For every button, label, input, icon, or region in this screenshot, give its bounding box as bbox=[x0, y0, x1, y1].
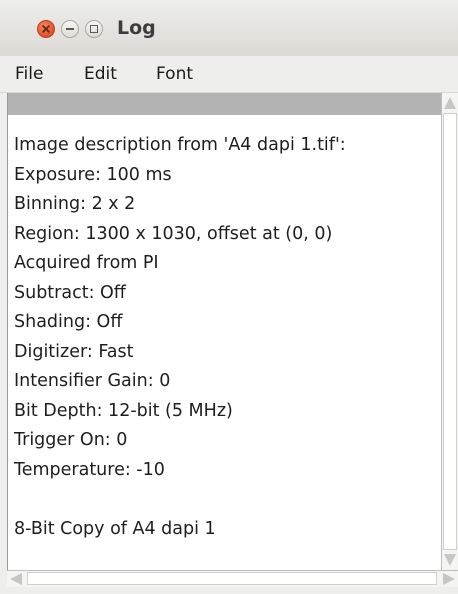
close-icon[interactable] bbox=[37, 20, 55, 38]
log-line: Digitizer: Fast bbox=[14, 341, 134, 362]
scroll-down-icon[interactable] bbox=[444, 554, 456, 566]
log-line: Shading: Off bbox=[14, 312, 123, 332]
log-line: Image description from 'A4 dapi 1.tif': bbox=[14, 135, 346, 155]
menu-edit[interactable]: Edit bbox=[84, 63, 117, 85]
log-text-area[interactable]: Image description from 'A4 dapi 1.tif': … bbox=[7, 93, 442, 570]
log-window: Log File Edit Font Image description fro… bbox=[0, 0, 458, 594]
scroll-left-icon[interactable] bbox=[10, 573, 22, 585]
log-line: Trigger On: 0 bbox=[14, 430, 128, 450]
horizontal-scroll-track[interactable] bbox=[27, 572, 437, 585]
scroll-right-icon[interactable] bbox=[443, 573, 455, 585]
scroll-up-icon[interactable] bbox=[444, 97, 456, 109]
menu-bar: File Edit Font bbox=[0, 56, 458, 93]
window-bottom-edge bbox=[0, 587, 458, 594]
log-line: Binning: 2 x 2 bbox=[14, 194, 136, 214]
log-line: Acquired from PI bbox=[14, 253, 159, 273]
minimize-icon[interactable] bbox=[61, 20, 79, 38]
log-text: Image description from 'A4 dapi 1.tif': … bbox=[14, 131, 442, 544]
log-line: Bit Depth: 12-bit (5 MHz) bbox=[14, 400, 233, 421]
horizontal-scrollbar[interactable] bbox=[7, 570, 458, 587]
log-line: Intensifier Gain: 0 bbox=[14, 371, 171, 391]
log-line: Exposure: 100 ms bbox=[14, 164, 172, 185]
vertical-scrollbar[interactable] bbox=[441, 93, 458, 570]
log-line: 8-Bit Copy of A4 dapi 1 bbox=[14, 518, 216, 539]
maximize-icon[interactable] bbox=[85, 20, 103, 38]
menu-font[interactable]: Font bbox=[156, 63, 193, 85]
window-title: Log bbox=[117, 17, 156, 39]
menu-file[interactable]: File bbox=[15, 63, 43, 85]
log-line: Temperature: -10 bbox=[14, 459, 165, 480]
vertical-scroll-track[interactable] bbox=[443, 113, 457, 550]
log-line: Region: 1300 x 1030, offset at (0, 0) bbox=[14, 223, 333, 244]
title-bar[interactable]: Log bbox=[0, 0, 458, 57]
log-line: Subtract: Off bbox=[14, 282, 126, 303]
log-header-bar bbox=[8, 93, 442, 115]
